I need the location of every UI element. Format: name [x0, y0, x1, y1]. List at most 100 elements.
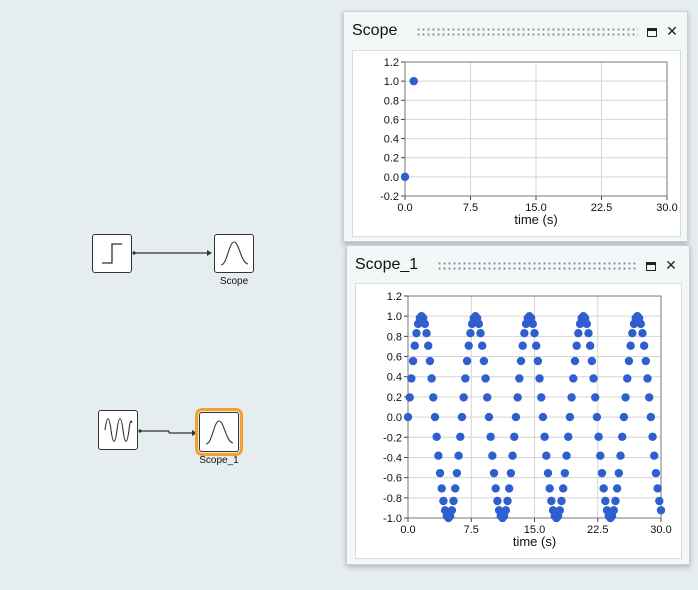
data-point: [558, 484, 568, 493]
data-point: [484, 412, 494, 422]
data-point: [410, 341, 419, 350]
data-point: [427, 374, 436, 383]
data-point: [515, 374, 524, 383]
diagram-canvas[interactable]: Scope Scope_1: [0, 0, 340, 590]
data-point: [540, 432, 549, 441]
data-point: [555, 506, 564, 515]
data-point: [510, 432, 519, 441]
data-point: [547, 496, 556, 506]
drag-handle[interactable]: [416, 27, 638, 37]
y-tick-label: 0.4: [387, 372, 402, 384]
signal-wires: [132, 250, 212, 436]
data-point: [562, 451, 571, 460]
x-tick-label: 7.5: [464, 524, 479, 536]
data-point: [557, 496, 566, 506]
data-point: [407, 374, 416, 383]
data-point: [489, 468, 499, 478]
data-point: [408, 356, 418, 366]
data-point: [628, 328, 637, 338]
y-tick-label: -0.6: [383, 473, 402, 485]
close-button[interactable]: ✕: [663, 257, 679, 273]
data-point: [648, 432, 657, 441]
scope-1-window-title: Scope_1: [355, 256, 419, 273]
data-point: [621, 393, 630, 402]
y-tick-label: 0.2: [387, 392, 402, 404]
data-point: [574, 328, 583, 338]
data-point: [420, 319, 430, 329]
data-point: [456, 432, 465, 441]
y-tick-label: -0.4: [383, 452, 402, 464]
maximize-icon: [646, 261, 656, 271]
scope-chart: 1.21.00.80.60.40.20.0-0.20.0 7.5 15.0 22.5 3…: [380, 57, 678, 227]
maximize-button[interactable]: [644, 23, 660, 39]
data-point: [474, 319, 484, 329]
data-point: [493, 496, 502, 506]
scope-window-title: Scope: [352, 22, 398, 39]
scope-block-label: Scope: [219, 276, 249, 287]
data-point: [626, 341, 635, 350]
wire-arrow-head: [207, 250, 212, 256]
data-point: [623, 374, 632, 383]
data-point: [508, 451, 517, 460]
data-point: [412, 328, 421, 338]
y-tick-label: 0.6: [384, 114, 399, 126]
y-tick-label: -1.0: [383, 513, 402, 525]
data-point: [591, 393, 600, 402]
data-point: [636, 319, 645, 329]
data-point: [439, 496, 448, 506]
drag-handle[interactable]: [437, 261, 637, 271]
data-point: [614, 468, 624, 478]
data-point: [619, 412, 629, 422]
y-tick-label: 0.0: [384, 172, 399, 184]
data-point: [641, 356, 651, 366]
data-point: [644, 393, 654, 402]
data-point: [565, 412, 575, 422]
data-point: [513, 393, 522, 402]
close-button[interactable]: ✕: [664, 23, 680, 39]
data-point: [655, 496, 664, 506]
data-point: [530, 328, 539, 338]
step-block[interactable]: [92, 234, 132, 273]
data-point: [464, 341, 473, 350]
data-point: [449, 496, 458, 506]
x-axis-label: time (s): [513, 534, 556, 549]
data-point: [403, 412, 413, 422]
scope-window[interactable]: Scope ✕ 1.2 1.0 0.8 0.6 0.4 0.2 0.0 -0.2 0.0 7.5 1…: [343, 11, 688, 242]
y-tick-label: -0.8: [383, 493, 402, 505]
data-point: [596, 451, 605, 460]
scope-1-block[interactable]: [195, 408, 243, 456]
data-point: [537, 393, 546, 402]
scope-1-chart: 1.2 1.0 0.8 0.6 0.4 0.2 0.0 -0.2 -0.4 -0.6 -0.8 -1.…: [383, 291, 672, 549]
data-point: [589, 374, 598, 383]
data-point: [437, 484, 446, 493]
data-point: [638, 328, 647, 338]
scope-1-window[interactable]: Scope_1 ✕ 1.2 1.0 0.8 0.6 0.4 0.2 0.0 -0.2 -0.4 -…: [346, 245, 690, 565]
y-tick-label: 0.2: [384, 153, 399, 165]
data-point: [643, 374, 652, 383]
y-tick-label: 0.8: [384, 95, 399, 107]
data-point: [461, 374, 470, 383]
maximize-button[interactable]: [643, 257, 659, 273]
data-point: [432, 432, 441, 441]
data-point: [457, 412, 467, 422]
scope-block[interactable]: [214, 234, 254, 273]
data-point: [618, 432, 627, 441]
data-point: [543, 468, 553, 478]
y-tick-label: -0.2: [383, 432, 402, 444]
data-point: [454, 451, 463, 460]
data-point: [533, 356, 543, 366]
data-point: [518, 341, 527, 350]
data-point: [422, 328, 431, 338]
data-point: [503, 496, 512, 506]
data-point: [511, 412, 521, 422]
x-tick-label: 30.0: [656, 202, 677, 214]
data-point: [597, 468, 607, 478]
y-tick-label: 1.0: [387, 311, 402, 323]
data-point: [542, 451, 551, 460]
y-tick-label: -0.2: [380, 191, 399, 203]
y-tick-label: 1.2: [384, 57, 399, 69]
data-point: [570, 356, 580, 366]
data-point: [564, 432, 573, 441]
data-point: [528, 319, 538, 329]
sine-block[interactable]: [98, 410, 138, 450]
